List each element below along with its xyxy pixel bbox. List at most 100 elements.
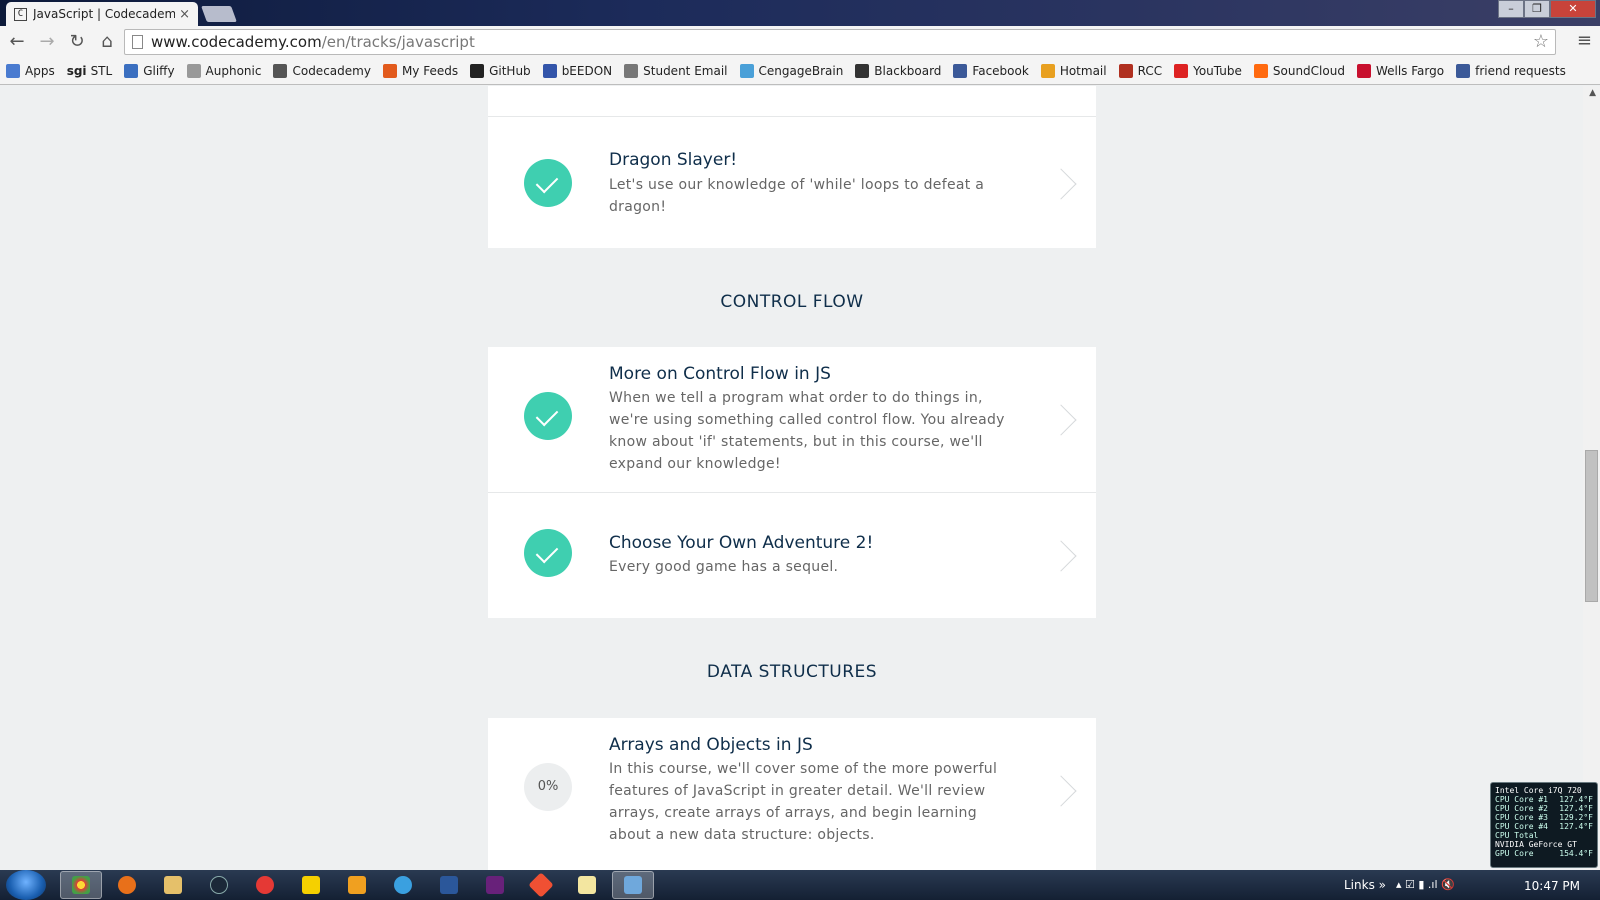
section-title-control-flow: CONTROL FLOW (720, 292, 864, 312)
address-bar[interactable]: www.codecademy.com/en/tracks/javascript … (124, 29, 1556, 55)
tab-close-icon[interactable]: × (179, 7, 190, 22)
completed-check-icon (524, 529, 572, 577)
sgi-logo-icon: sgi (66, 64, 87, 78)
bookmark-label: Hotmail (1059, 64, 1107, 78)
bookmark-wells-fargo[interactable]: Wells Fargo (1356, 64, 1444, 78)
system-tray[interactable]: ▴ ☑ ▮ .ıl 🔇 (1396, 878, 1455, 891)
course-card-group: 0% Arrays and Objects in JS In this cour… (488, 718, 1096, 870)
links-toolbar[interactable]: Links » (1344, 878, 1386, 892)
git-icon[interactable] (528, 872, 554, 898)
course-title: Dragon Slayer! (609, 150, 738, 170)
bookmark-favicon-icon (739, 64, 754, 78)
course-description: Let's use our knowledge of 'while' loops… (609, 177, 985, 215)
bookmark-label: GitHub (489, 64, 531, 78)
course-row-arrays-objects[interactable]: 0% Arrays and Objects in JS In this cour… (488, 718, 1096, 864)
bookmark-favicon-icon (124, 64, 139, 78)
section-title-data-structures: DATA STRUCTURES (706, 662, 878, 682)
bookmark-favicon-icon (186, 64, 201, 78)
bookmarks-bar: Apps sgi STL Gliffy Auphonic Codecademy My Fee… (0, 58, 1600, 85)
bookmark-beedon[interactable]: bEEDON (542, 64, 612, 78)
bookmark-favicon-icon (855, 64, 870, 78)
links-chevron-icon[interactable]: » (1379, 878, 1386, 892)
course-title: Arrays and Objects in JS (609, 735, 813, 755)
bookmark-label: Facebook (972, 64, 1029, 78)
chevron-right-icon (1045, 540, 1077, 572)
tab-codecademy[interactable]: C JavaScript | Codecademy × (6, 2, 198, 26)
bookmark-label: Gliffy (143, 64, 175, 78)
bookmark-label: SoundCloud (1272, 64, 1345, 78)
bookmark-favicon-icon (273, 64, 288, 78)
bookmark-label: Auphonic (205, 64, 262, 78)
vlc-icon[interactable] (348, 876, 366, 894)
start-button[interactable] (6, 870, 46, 900)
bookmark-auphonic[interactable]: Auphonic (186, 64, 262, 78)
bookmark-my-feeds[interactable]: My Feeds (382, 64, 458, 78)
page-icon (132, 35, 143, 49)
bookmark-codecademy[interactable]: Codecademy (273, 64, 371, 78)
bookmark-label: Blackboard (874, 64, 942, 78)
gadget-row-value: 154.4°F (1559, 849, 1593, 858)
bookmark-friend-requests[interactable]: friend requests (1456, 64, 1566, 78)
cpu-temperature-gadget: Intel Core i7Q 720 CPU Core #1 127.4°F CP… (1490, 782, 1598, 868)
bookmark-gliffy[interactable]: Gliffy (124, 64, 175, 78)
bookmark-apps[interactable]: Apps (6, 64, 55, 78)
bookmark-student-email[interactable]: Student Email (624, 64, 728, 78)
gadget-row-value: 129.2°F (1559, 813, 1593, 822)
bookmark-label: YouTube (1193, 64, 1242, 78)
reload-icon[interactable]: ↻ (64, 29, 90, 55)
minimize-button[interactable]: – (1498, 0, 1524, 18)
chrome-menu-icon[interactable]: ≡ (1577, 30, 1592, 51)
forward-arrow-icon[interactable]: → (34, 29, 60, 55)
firefox-icon[interactable] (118, 876, 136, 894)
scroll-up-arrow-icon[interactable]: ▲ (1589, 88, 1596, 98)
bookmark-favicon-icon (1040, 64, 1055, 78)
bookmark-soundcloud[interactable]: SoundCloud (1253, 64, 1345, 78)
chart-app-icon[interactable] (302, 876, 320, 894)
bookmark-favicon-icon (1118, 64, 1133, 78)
gadget-row-label: CPU Core #4 (1495, 822, 1548, 831)
bookmark-stl[interactable]: sgi STL (67, 64, 113, 78)
bookmark-blackboard[interactable]: Blackboard (855, 64, 941, 78)
bookmark-rcc[interactable]: RCC (1118, 64, 1162, 78)
bookmark-hotmail[interactable]: Hotmail (1040, 64, 1107, 78)
taskbar-clock[interactable]: 10:47 PM (1524, 879, 1580, 893)
bookmark-github[interactable]: GitHub (470, 64, 531, 78)
gadget-row-value: 127.4°F (1559, 804, 1593, 813)
bookmark-youtube[interactable]: YouTube (1174, 64, 1242, 78)
gadget-row-label: CPU Total (1495, 831, 1539, 840)
new-tab-button[interactable] (201, 6, 237, 22)
home-icon[interactable]: ⌂ (94, 29, 120, 55)
target-icon[interactable] (256, 876, 274, 894)
file-explorer-icon[interactable] (164, 876, 182, 894)
bookmark-favicon-icon (470, 64, 485, 78)
itunes-icon[interactable] (394, 876, 412, 894)
url-path: /en/tracks/javascript (321, 33, 475, 51)
completed-check-icon (524, 159, 572, 207)
list-item[interactable] (488, 86, 1096, 116)
gadget-row-label: CPU Core #3 (1495, 813, 1548, 822)
maximize-button[interactable]: ❐ (1524, 0, 1550, 18)
word-icon[interactable] (440, 876, 458, 894)
codecademy-favicon-icon: C (14, 7, 27, 21)
bookmark-favicon-icon (6, 64, 20, 78)
course-row-control-flow[interactable]: More on Control Flow in JS When we tell … (488, 347, 1096, 492)
course-row-choose-adventure[interactable]: Choose Your Own Adventure 2! Every good … (488, 492, 1096, 618)
links-label: Links (1344, 878, 1375, 892)
bookmark-star-icon[interactable]: ☆ (1533, 31, 1549, 52)
close-window-button[interactable]: ✕ (1550, 0, 1596, 18)
bookmark-favicon-icon (953, 64, 968, 78)
gadget-title: Intel Core i7Q 720 (1495, 786, 1582, 795)
course-card-group: Dragon Slayer! Let's use our knowledge o… (488, 86, 1096, 248)
course-row-dragon-slayer[interactable]: Dragon Slayer! Let's use our knowledge o… (488, 116, 1096, 248)
visual-studio-icon[interactable] (486, 876, 504, 894)
back-arrow-icon[interactable]: ← (4, 29, 30, 55)
notepad-icon[interactable] (578, 876, 596, 894)
bookmark-cengagebrain[interactable]: CengageBrain (739, 64, 843, 78)
gadget-row-label: CPU Core #2 (1495, 804, 1548, 813)
scrollbar-thumb[interactable] (1585, 450, 1598, 602)
steam-icon[interactable] (210, 876, 228, 894)
chrome-icon (72, 876, 90, 894)
bookmark-favicon-icon (1456, 64, 1471, 78)
bookmark-favicon-icon (624, 64, 639, 78)
bookmark-facebook[interactable]: Facebook (953, 64, 1029, 78)
